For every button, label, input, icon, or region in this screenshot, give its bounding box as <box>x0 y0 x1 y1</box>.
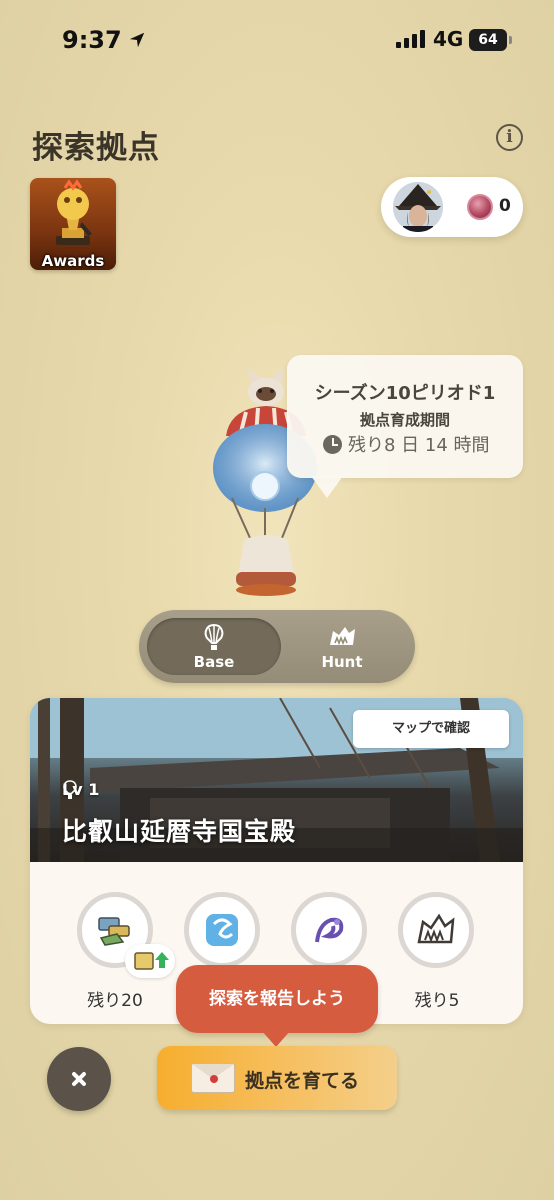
coin-icon <box>467 194 493 220</box>
season-title: シーズン10ピリオド1 <box>314 383 496 404</box>
info-icon[interactable]: i <box>496 124 523 151</box>
avatar[interactable] <box>393 182 443 232</box>
season-info-bubble: シーズン10ピリオド1 拠点育成期間 残り8 日 14 時間 <box>287 355 523 498</box>
mode-toggle: Base Hunt <box>139 610 415 683</box>
status-time-text: 9:37 <box>62 26 122 54</box>
base-name: 比叡山延暦寺国宝殿 <box>62 817 297 846</box>
status-bar: 9:37 4G 64 <box>0 0 554 80</box>
envelope-icon <box>191 1063 235 1093</box>
season-remaining-text: 残り8 日 14 時間 <box>348 435 490 456</box>
balloon-icon <box>204 623 224 650</box>
signal-icon <box>396 30 425 48</box>
avatar-image <box>393 182 443 232</box>
network-type: 4G <box>433 27 464 51</box>
grow-base-label: 拠点を育てる <box>245 1070 360 1092</box>
dragon-monster-icon <box>315 917 344 943</box>
grow-base-button[interactable]: 拠点を育てる <box>157 1046 397 1110</box>
wind-monster-icon <box>206 914 238 946</box>
tab-hunt[interactable]: Hunt <box>275 618 409 675</box>
location-arrow-icon <box>129 32 144 48</box>
fanged-monster-icon <box>417 913 455 944</box>
tab-hunt-label: Hunt <box>321 653 363 671</box>
materials-icon <box>98 917 130 946</box>
base-photo: マップで確認 Lv 1 比叡山延暦寺国宝殿 <box>30 698 523 862</box>
wind-monster-item[interactable] <box>184 892 260 968</box>
clock-icon <box>323 434 342 454</box>
materials-remaining: 残り20 <box>87 991 143 1011</box>
monster-icon <box>330 627 355 646</box>
tab-base[interactable]: Base <box>147 618 281 675</box>
page-title: 探索拠点 <box>32 130 160 166</box>
close-button[interactable] <box>47 1047 111 1111</box>
balloon-level-icon <box>63 780 77 799</box>
awards-button[interactable]: Awards <box>30 178 116 270</box>
status-time: 9:37 <box>62 26 146 54</box>
battery-cap <box>509 36 512 44</box>
upgrade-badge <box>125 944 175 978</box>
report-exploration-bubble[interactable]: 探索を報告しよう <box>176 965 378 1047</box>
fanged-monster-item[interactable] <box>398 892 474 968</box>
base-level: Lv 1 <box>62 780 99 799</box>
dragon-monster-item[interactable] <box>291 892 367 968</box>
season-subtitle: 拠点育成期間 <box>359 411 450 429</box>
coin-count: 0 <box>499 196 511 216</box>
battery-icon: 64 <box>469 29 507 51</box>
season-remaining: 残り8 日 14 時間 <box>323 431 490 457</box>
fanged-monster-remaining: 残り5 <box>414 991 460 1011</box>
upgrade-icon <box>134 952 169 970</box>
view-on-map-button[interactable]: マップで確認 <box>353 710 509 748</box>
awards-label: Awards <box>41 252 105 270</box>
tab-base-label: Base <box>193 653 235 671</box>
